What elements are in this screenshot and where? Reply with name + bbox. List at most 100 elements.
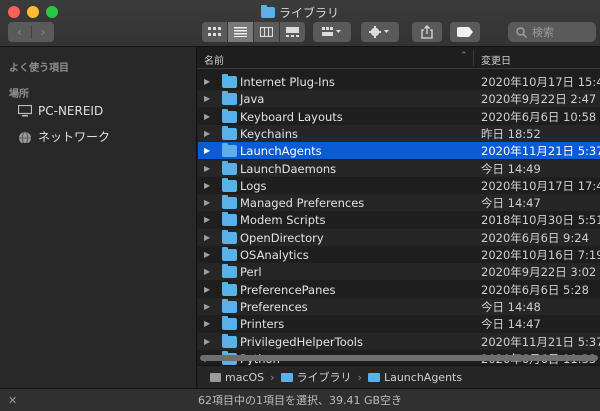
file-date: 2020年10月16日 7:19 [481, 247, 600, 262]
icon-view-button[interactable] [202, 22, 227, 42]
file-row[interactable]: ▶ PrivilegedHelperTools 2020年11月21日 5:37 [198, 333, 600, 350]
file-name: Printers [240, 316, 285, 331]
column-view-icon [260, 27, 273, 37]
horizontal-scrollbar[interactable] [198, 354, 600, 362]
file-date: 2020年6月6日 9:24 [481, 230, 589, 245]
file-name: Perl [240, 264, 262, 279]
file-name: LaunchAgents [240, 143, 322, 158]
file-row[interactable]: ▶ OpenDirectory 2020年6月6日 9:24 [198, 229, 600, 246]
file-row[interactable]: ▶ Managed Preferences 今日 14:47 [198, 194, 600, 211]
column-view-button[interactable] [254, 22, 279, 42]
file-row[interactable]: ▶ Perl 2020年9月22日 3:02 [198, 263, 600, 280]
column-header-row: 名前 ⌃ 変更日 [198, 47, 600, 69]
folder-icon [367, 372, 380, 382]
disclosure-triangle-icon[interactable]: ▶ [204, 267, 210, 276]
file-name: LaunchDaemons [240, 161, 337, 176]
gallery-view-button[interactable] [280, 22, 305, 42]
file-row[interactable]: ▶ PreferencePanes 2020年6月6日 5:28 [198, 281, 600, 298]
path-segment-launchagents[interactable]: LaunchAgents [367, 370, 463, 384]
disclosure-triangle-icon[interactable]: ▶ [204, 215, 210, 224]
disclosure-triangle-icon[interactable]: ▶ [204, 319, 210, 328]
action-menu-button[interactable] [361, 22, 399, 42]
file-date: 2020年10月17日 15:42 [481, 74, 600, 89]
folder-icon [222, 212, 237, 226]
file-name: Keychains [240, 126, 298, 141]
file-date: 2020年9月22日 3:02 [481, 264, 597, 279]
path-segment-label: macOS [225, 370, 265, 384]
file-date: 今日 14:48 [481, 299, 541, 314]
path-segment-label: LaunchAgents [383, 370, 463, 384]
file-date: 2020年6月6日 10:58 [481, 109, 597, 124]
folder-icon [222, 178, 237, 192]
disclosure-triangle-icon[interactable]: ▶ [204, 302, 210, 311]
disclosure-triangle-icon[interactable]: ▶ [204, 181, 210, 190]
file-name: Managed Preferences [240, 195, 365, 210]
sidebar-toggle-icon[interactable]: ✕ [8, 394, 17, 407]
disclosure-triangle-icon[interactable]: ▶ [204, 77, 210, 86]
file-row[interactable]: ▶ OSAnalytics 2020年10月16日 7:19 [198, 246, 600, 263]
file-name: Logs [240, 178, 267, 193]
file-row[interactable]: ▶ Printers 今日 14:47 [198, 315, 600, 332]
file-row[interactable]: ▶ LaunchAgents 2020年11月21日 5:37 [198, 142, 600, 159]
sidebar-item-network[interactable]: ネットワーク [18, 128, 110, 145]
share-icon [421, 25, 433, 39]
disclosure-triangle-icon[interactable]: ▶ [204, 94, 210, 103]
tags-button[interactable] [450, 22, 480, 42]
path-segment-library[interactable]: ライブラリ [280, 369, 352, 385]
file-name: OpenDirectory [240, 230, 324, 245]
path-segment-macos[interactable]: macOS [210, 371, 264, 384]
file-name: Keyboard Layouts [240, 109, 343, 124]
date-column-header[interactable]: 変更日 [481, 52, 511, 67]
back-button[interactable]: ‹ [8, 25, 31, 39]
folder-icon [222, 74, 237, 88]
file-row[interactable]: ▶ Modem Scripts 2018年10月30日 5:51 [198, 211, 600, 228]
share-button[interactable] [412, 22, 442, 42]
group-by-button[interactable] [313, 22, 351, 42]
name-column-header[interactable]: 名前 [204, 52, 224, 67]
chevron-right-icon: › [270, 370, 275, 384]
sidebar-item-label: PC-NEREID [38, 104, 104, 118]
disclosure-triangle-icon[interactable]: ▶ [204, 285, 210, 294]
disclosure-triangle-icon[interactable]: ▶ [204, 198, 210, 207]
file-name: PrivilegedHelperTools [240, 334, 363, 349]
file-date: 2020年11月21日 5:37 [481, 334, 600, 349]
search-field[interactable]: 検索 [508, 22, 596, 42]
disclosure-triangle-icon[interactable]: ▶ [204, 112, 210, 121]
window-title-text: ライブラリ [278, 6, 339, 20]
file-row[interactable]: ▶ Keychains 昨日 18:52 [198, 125, 600, 142]
file-row[interactable]: ▶ LaunchDaemons 今日 14:49 [198, 160, 600, 177]
folder-icon [222, 264, 237, 278]
disclosure-triangle-icon[interactable]: ▶ [204, 129, 210, 138]
file-row[interactable]: ▶ Preferences 今日 14:48 [198, 298, 600, 315]
favorites-header: よく使う項目 [9, 63, 69, 74]
disclosure-triangle-icon[interactable]: ▶ [204, 164, 210, 173]
file-name: OSAnalytics [240, 247, 309, 262]
gallery-view-icon [286, 27, 299, 37]
file-row[interactable]: ▶ Logs 2020年10月17日 17:45 [198, 177, 600, 194]
folder-icon [222, 109, 237, 123]
computer-icon [18, 105, 32, 117]
folder-icon [222, 316, 237, 330]
window-toolbar: ライブラリ ‹ › 検索 [0, 0, 600, 47]
path-bar: macOS › ライブラリ › LaunchAgents [198, 365, 600, 388]
disclosure-triangle-icon[interactable]: ▶ [204, 337, 210, 346]
file-row[interactable]: ▶ Keyboard Layouts 2020年6月6日 10:58 [198, 108, 600, 125]
sidebar-item-pc-nereid[interactable]: PC-NEREID [18, 104, 103, 118]
column-divider[interactable] [473, 50, 474, 66]
file-row[interactable]: ▶ Java 2020年9月22日 2:47 [198, 90, 600, 107]
file-name: PreferencePanes [240, 282, 336, 297]
disclosure-triangle-icon[interactable]: ▶ [204, 233, 210, 242]
file-name: Internet Plug-Ins [240, 74, 335, 89]
file-name: Java [240, 91, 265, 106]
scrollbar-thumb[interactable] [200, 355, 598, 361]
file-row[interactable]: ▶ Internet Plug-Ins 2020年10月17日 15:42 [198, 73, 600, 90]
list-view-button[interactable] [228, 22, 253, 42]
folder-icon [222, 143, 237, 157]
group-grid-icon [322, 27, 341, 36]
disclosure-triangle-icon[interactable]: ▶ [204, 146, 210, 155]
forward-button[interactable]: › [31, 25, 54, 39]
file-date: 今日 14:47 [481, 316, 541, 331]
status-text: 62項目中の1項目を選択、39.41 GB空き [197, 394, 403, 407]
file-date: 今日 14:49 [481, 161, 541, 176]
disclosure-triangle-icon[interactable]: ▶ [204, 250, 210, 259]
